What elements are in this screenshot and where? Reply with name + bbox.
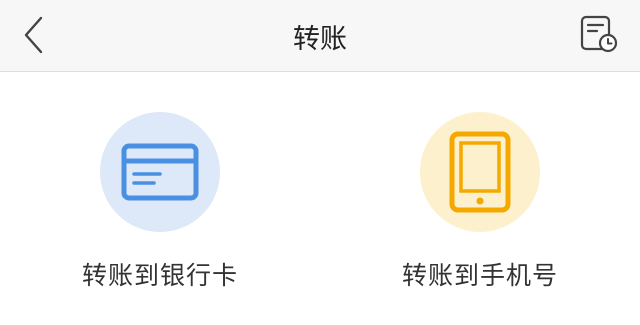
transfer-to-phone-option[interactable]: 转账到手机号 <box>320 112 640 302</box>
bank-card-icon-circle <box>100 112 220 232</box>
transfer-to-phone-label: 转账到手机号 <box>401 261 558 290</box>
mobile-phone-icon <box>449 131 511 213</box>
chevron-left-icon <box>24 16 43 54</box>
page-title: 转账 <box>293 23 347 55</box>
back-button[interactable] <box>10 8 58 62</box>
navigation-bar: 转账 <box>0 0 640 72</box>
transfer-history-button[interactable] <box>576 11 622 57</box>
mobile-phone-icon-circle <box>420 112 540 232</box>
bank-card-icon <box>121 143 199 201</box>
transfer-to-bank-card-label: 转账到银行卡 <box>81 261 238 290</box>
transfer-to-bank-card-option[interactable]: 转账到银行卡 <box>0 112 320 302</box>
transfer-history-icon <box>580 15 618 53</box>
